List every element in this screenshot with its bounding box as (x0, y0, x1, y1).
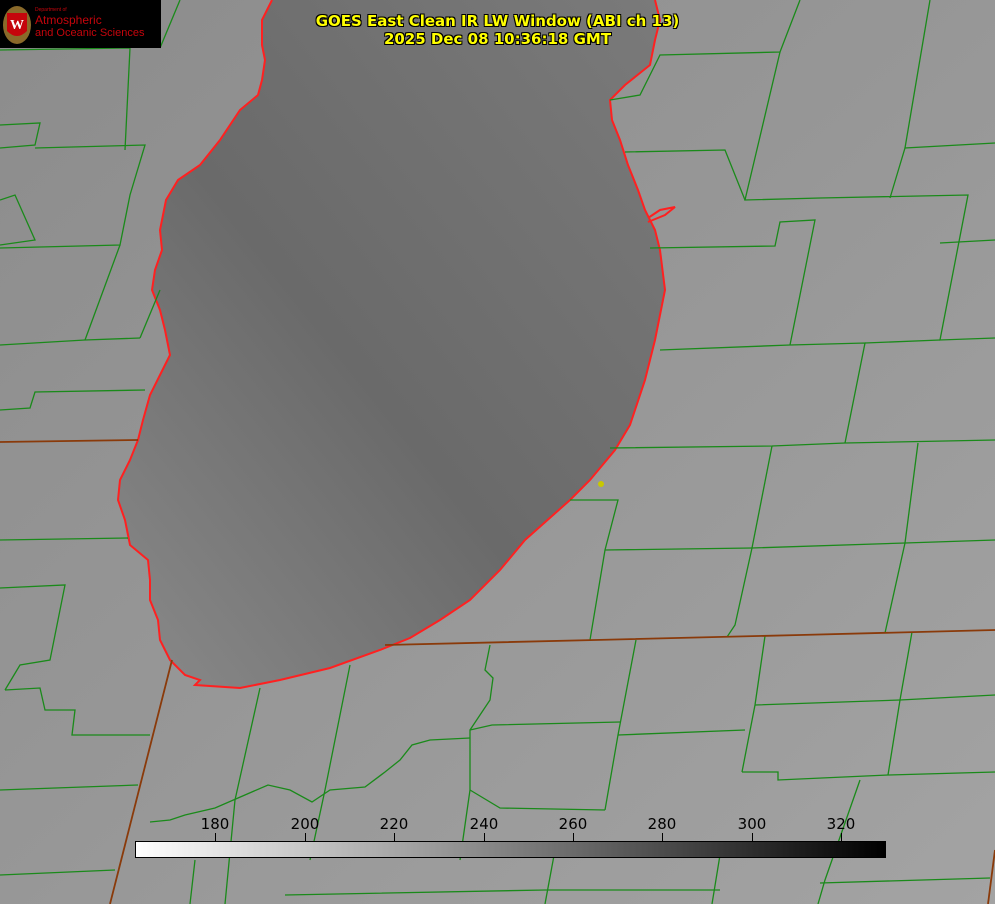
satellite-image-viewer: W Department of Atmospheric and Oceanic … (0, 0, 995, 904)
colorbar-tick-label: 240 (469, 815, 499, 833)
colorbar-tick-label: 260 (558, 815, 588, 833)
colorbar-tick (573, 833, 574, 841)
city-marker (598, 481, 604, 487)
colorbar-tick (394, 833, 395, 841)
temperature-colorbar (135, 841, 886, 858)
colorbar-tick (841, 833, 842, 841)
colorbar-tick (215, 833, 216, 841)
colorbar-tick-label: 280 (647, 815, 677, 833)
colorbar-tick (305, 833, 306, 841)
image-timestamp: 2025 Dec 08 10:36:18 GMT (383, 30, 612, 48)
colorbar-tick (662, 833, 663, 841)
colorbar-tick (484, 833, 485, 841)
colorbar-tick-label: 200 (290, 815, 320, 833)
image-title: GOES East Clean IR LW Window (ABI ch 13) (315, 12, 680, 30)
colorbar-tick-label: 300 (737, 815, 767, 833)
colorbar-tick-label: 180 (200, 815, 230, 833)
satellite-map (0, 0, 995, 904)
colorbar-tick-label: 320 (826, 815, 856, 833)
colorbar-tick (752, 833, 753, 841)
colorbar-tick-label: 220 (379, 815, 409, 833)
